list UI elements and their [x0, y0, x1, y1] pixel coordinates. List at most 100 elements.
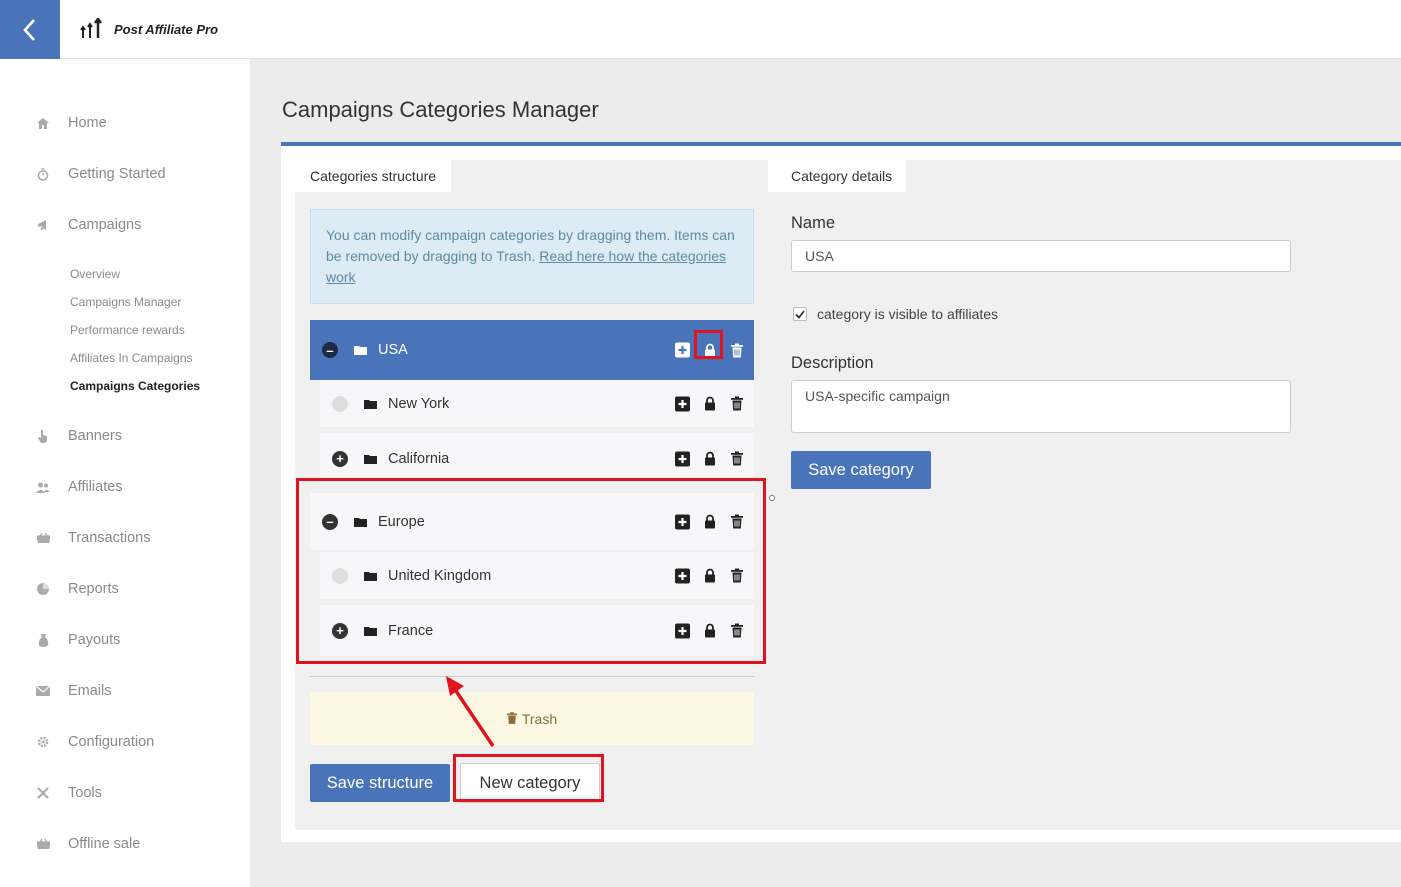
leaf-dot-icon [332, 395, 348, 412]
sidebar-item-home[interactable]: Home [36, 115, 107, 131]
sidebar-item-label: Campaigns [68, 217, 142, 233]
resize-handle[interactable] [769, 495, 775, 501]
sidebar-item-affiliates[interactable]: Affiliates [36, 479, 123, 495]
name-field[interactable]: USA [791, 240, 1291, 272]
save-category-button[interactable]: Save category [791, 451, 931, 489]
sidebar-item-label: Home [68, 115, 107, 131]
trash-icon[interactable] [729, 396, 744, 411]
category-name: USA [378, 342, 408, 358]
megaphone-icon [36, 218, 50, 232]
sidebar-item-banners[interactable]: Banners [36, 428, 122, 444]
sidebar-item-label: Emails [68, 683, 112, 699]
sidebar-item-getting-started[interactable]: Getting Started [36, 166, 166, 182]
users-icon [36, 480, 50, 494]
category-name: United Kingdom [388, 567, 492, 584]
add-subcategory-icon[interactable] [675, 623, 690, 638]
name-label: Name [791, 214, 836, 232]
add-subcategory-icon[interactable] [675, 514, 690, 529]
pointer-hand-icon [36, 429, 50, 443]
gear-icon [36, 735, 50, 749]
folder-icon [364, 454, 378, 464]
sidebar-item-label: Offline sale [68, 836, 141, 852]
sidebar-item-label: Banners [68, 428, 123, 444]
sidebar-item-label: Transactions [68, 530, 151, 546]
lock-icon[interactable] [702, 514, 717, 529]
visible-label: category is visible to affiliates [817, 306, 999, 322]
trash-icon[interactable] [729, 343, 744, 358]
category-row-united-kingdom[interactable]: United Kingdom [320, 552, 754, 599]
sidebar-item-campaigns[interactable]: Campaigns [36, 217, 141, 233]
category-row-europe[interactable]: – Europe [310, 493, 754, 550]
description-field[interactable]: USA-specific campaign [791, 380, 1291, 433]
sidebar-item-configuration[interactable]: Configuration [36, 734, 154, 750]
back-button[interactable] [0, 0, 60, 59]
expand-icon[interactable]: + [332, 622, 348, 639]
tab-category-details[interactable]: Category details [768, 160, 907, 192]
visible-checkbox[interactable] [793, 307, 807, 321]
add-subcategory-icon[interactable] [675, 451, 690, 466]
divider [310, 676, 754, 677]
folder-icon [354, 345, 368, 355]
tools-icon [36, 786, 50, 800]
add-subcategory-icon[interactable] [675, 396, 690, 411]
check-icon [795, 309, 805, 319]
collapse-icon[interactable]: – [322, 342, 338, 358]
categories-structure-panel: Categories structure You can modify camp… [295, 160, 769, 830]
category-name: Europe [378, 513, 425, 530]
description-label: Description [791, 354, 874, 372]
top-bar: Post Affiliate Pro [0, 0, 1401, 59]
trash-icon[interactable] [729, 623, 744, 638]
tab-categories-structure[interactable]: Categories structure [295, 160, 452, 192]
info-box: You can modify campaign categories by dr… [310, 209, 754, 304]
sidebar-item-label: Getting Started [68, 166, 166, 182]
basket-icon [36, 531, 50, 545]
sidebar-item-emails[interactable]: Emails [36, 683, 112, 699]
pie-chart-icon [36, 582, 50, 596]
add-subcategory-icon[interactable] [675, 568, 690, 583]
leaf-dot-icon [332, 567, 348, 584]
lock-icon[interactable] [702, 343, 717, 358]
collapse-icon[interactable]: – [322, 513, 338, 530]
sidebar-subitem-performance-rewards[interactable]: Performance rewards [70, 323, 185, 337]
lock-icon[interactable] [702, 568, 717, 583]
envelope-icon [36, 684, 50, 698]
category-row-usa[interactable]: – USA [310, 320, 754, 380]
sidebar-item-label: Tools [68, 785, 102, 801]
sidebar-item-transactions[interactable]: Transactions [36, 530, 150, 546]
visible-checkbox-row[interactable]: category is visible to affiliates [793, 306, 998, 322]
sidebar-item-label: Affiliates [68, 479, 123, 495]
app-name: Post Affiliate Pro [114, 21, 219, 37]
sidebar-subitem-affiliates-in-campaigns[interactable]: Affiliates In Campaigns [70, 351, 193, 365]
folder-icon [354, 517, 368, 527]
sidebar-item-reports[interactable]: Reports [36, 581, 119, 597]
sidebar-item-label: Reports [68, 581, 119, 597]
category-row-california[interactable]: + California [320, 433, 754, 484]
expand-icon[interactable]: + [332, 450, 348, 467]
category-row-new-york[interactable]: New York [320, 380, 754, 427]
basket-icon [36, 837, 50, 851]
category-name: California [388, 450, 450, 467]
lock-icon[interactable] [702, 396, 717, 411]
sidebar-item-payouts[interactable]: Payouts [36, 632, 120, 648]
sidebar-item-tools[interactable]: Tools [36, 785, 102, 801]
arrows-up-icon [80, 18, 102, 38]
trash-icon[interactable] [729, 451, 744, 466]
chevron-left-icon [23, 18, 35, 41]
add-subcategory-icon[interactable] [675, 342, 690, 358]
sidebar-subitem-overview[interactable]: Overview [70, 267, 120, 281]
sidebar-item-offline-sale[interactable]: Offline sale [36, 836, 140, 852]
sidebar-subitem-campaigns-categories[interactable]: Campaigns Categories [70, 379, 200, 393]
trash-drop-zone[interactable]: Trash [310, 692, 754, 745]
logo[interactable]: Post Affiliate Pro [80, 18, 218, 40]
trash-icon[interactable] [729, 568, 744, 583]
lock-icon[interactable] [702, 451, 717, 466]
category-row-france[interactable]: + France [320, 605, 754, 656]
stopwatch-icon [36, 167, 50, 181]
trash-icon[interactable] [729, 514, 744, 529]
folder-icon [364, 571, 378, 581]
lock-icon[interactable] [702, 623, 717, 638]
save-structure-button[interactable]: Save structure [310, 764, 450, 802]
sidebar-subitem-campaigns-manager[interactable]: Campaigns Manager [70, 295, 181, 309]
folder-icon [364, 626, 378, 636]
new-category-button[interactable]: New category [460, 763, 600, 803]
